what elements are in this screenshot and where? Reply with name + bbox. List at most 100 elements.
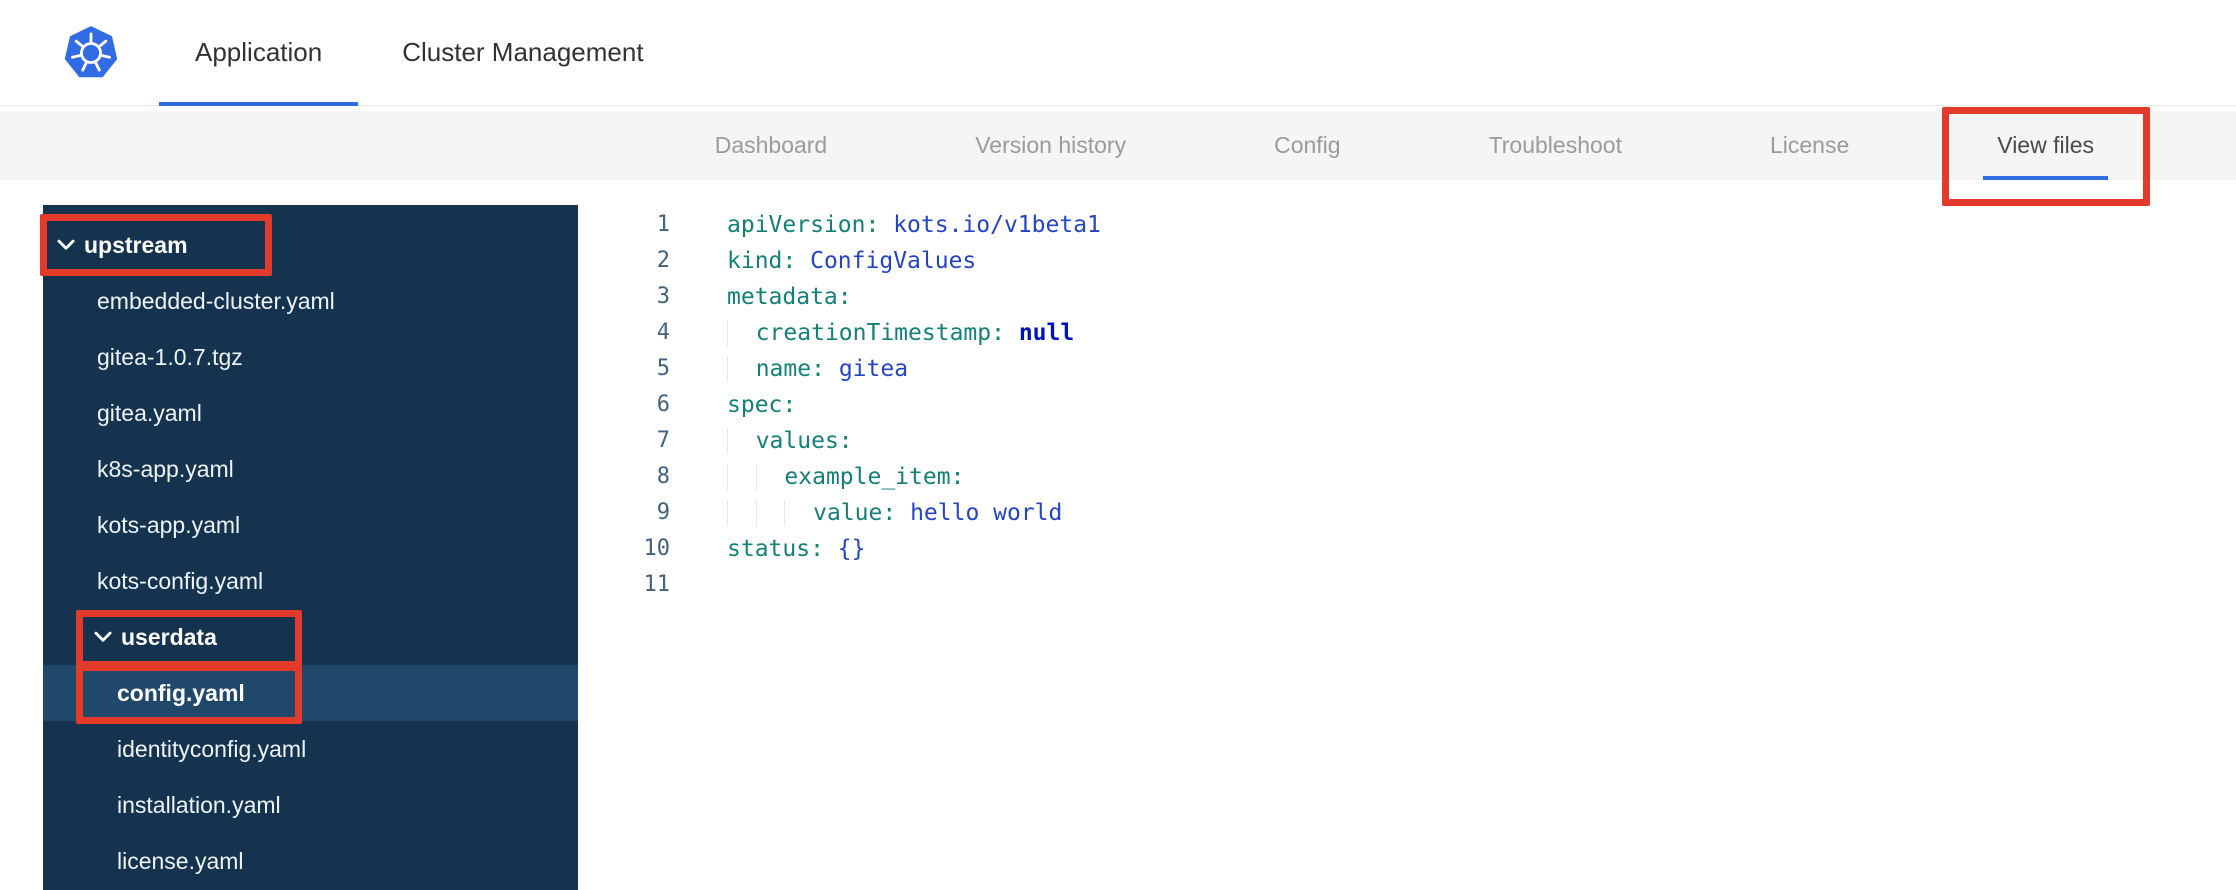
tree-item-label: embedded-cluster.yaml — [97, 287, 335, 314]
code-line: 5 name: gitea — [578, 351, 2236, 387]
code-token: value: — [813, 500, 897, 526]
tree-file-kots-config-yaml[interactable]: kots-config.yaml — [43, 553, 578, 609]
code-text: status: {} — [670, 531, 866, 567]
tree-file-gitea-1-0-7-tgz[interactable]: gitea-1.0.7.tgz — [43, 329, 578, 385]
line-number: 11 — [643, 572, 671, 597]
tree-item-label: installation.yaml — [117, 791, 281, 818]
code-line: 10 status: {} — [578, 531, 2236, 567]
line-number: 1 — [656, 212, 670, 237]
code-line: 9 value: hello world — [578, 495, 2236, 531]
subnav-tabs: Dashboard Version history Config Troublesho… — [0, 111, 2236, 180]
code-line: 7 values: — [578, 423, 2236, 459]
header-tab-application[interactable]: Application — [159, 0, 359, 106]
tree-item-label: gitea-1.0.7.tgz — [97, 343, 243, 370]
code-text: values: — [670, 423, 853, 459]
code-token: apiVersion: — [727, 212, 880, 238]
tree-file-embedded-cluster-yaml[interactable]: embedded-cluster.yaml — [43, 273, 578, 329]
code-token: kots.io/v1beta1 — [893, 212, 1101, 238]
code-line: 1 apiVersion: kots.io/v1beta1 — [578, 207, 2236, 243]
code-token: creationTimestamp: — [755, 320, 1005, 346]
tree-item-label: userdata — [121, 623, 217, 650]
code-token: values: — [755, 428, 853, 454]
tree-item-label: upstream — [84, 231, 188, 258]
code-token: metadata: — [727, 284, 852, 310]
code-lines: 1 apiVersion: kots.io/v1beta1 2 kind: Confi… — [578, 207, 2236, 603]
code-line: 2 kind: ConfigValues — [578, 243, 2236, 279]
tree-item-label: kots-app.yaml — [97, 511, 241, 538]
subnav-tab-troubleshoot[interactable]: Troubleshoot — [1475, 111, 1636, 180]
tree-folder-userdata[interactable]: userdata — [43, 609, 578, 665]
tree-file-license-yaml[interactable]: license.yaml — [43, 833, 578, 889]
kubernetes-logo-icon — [63, 25, 119, 81]
tree-file-installation-yaml[interactable]: installation.yaml — [43, 777, 578, 833]
code-text: creationTimestamp: null — [670, 315, 1074, 351]
code-text: example_item: — [670, 459, 964, 495]
line-number: 10 — [643, 536, 671, 561]
code-line: 8 example_item: — [578, 459, 2236, 495]
code-editor[interactable]: 1 apiVersion: kots.io/v1beta1 2 kind: Confi… — [578, 205, 2236, 890]
code-text: spec: — [670, 387, 796, 423]
code-token: {} — [837, 536, 866, 562]
header-tabs: Application Cluster Management — [159, 0, 680, 106]
indent-guide — [755, 464, 785, 490]
tree-file-config-yaml[interactable]: config.yaml — [43, 665, 578, 721]
code-token: name: — [755, 356, 825, 382]
indent-guide — [755, 500, 785, 526]
code-token: kind: — [727, 248, 797, 274]
tree-item-label: gitea.yaml — [97, 399, 202, 426]
code-text: kind: ConfigValues — [670, 243, 976, 279]
line-number: 5 — [656, 356, 670, 381]
code-line: 6 spec: — [578, 387, 2236, 423]
header-tab-cluster-management[interactable]: Cluster Management — [366, 0, 679, 105]
code-token: ConfigValues — [810, 248, 977, 274]
tree-item-label: license.yaml — [117, 847, 244, 874]
code-token: hello world — [910, 500, 1063, 526]
subnav-tab-license[interactable]: License — [1756, 111, 1863, 180]
code-text: value: hello world — [670, 495, 1062, 531]
tree-item-label: k8s-app.yaml — [97, 455, 234, 482]
code-text: metadata: — [670, 279, 852, 315]
tree-item-label: identityconfig.yaml — [117, 735, 307, 762]
main-content: upstream embedded-cluster.yaml gitea-1.0.7… — [0, 180, 2236, 890]
tree-item-label: kots-config.yaml — [97, 567, 264, 594]
indent-guide — [727, 356, 756, 382]
line-number: 7 — [656, 428, 670, 453]
chevron-down-icon — [94, 631, 112, 643]
file-tree: upstream embedded-cluster.yaml gitea-1.0.7… — [43, 205, 578, 890]
indent-guide — [784, 500, 814, 526]
subnav-tab-dashboard[interactable]: Dashboard — [701, 111, 842, 180]
subnav-tab-view-files[interactable]: View files — [1983, 111, 2108, 180]
code-token: null — [1018, 320, 1075, 346]
tree-file-gitea-yaml[interactable]: gitea.yaml — [43, 385, 578, 441]
indent-guide — [727, 500, 756, 526]
code-token: gitea — [838, 356, 909, 382]
subnav-tab-version-history[interactable]: Version history — [961, 111, 1140, 180]
indent-guide — [727, 428, 756, 454]
chevron-down-icon — [57, 239, 75, 251]
line-number: 4 — [656, 320, 670, 345]
line-number: 3 — [656, 284, 670, 309]
top-header: Application Cluster Management — [0, 0, 2236, 106]
code-token: spec: — [727, 392, 797, 418]
tree-folder-upstream[interactable]: upstream — [43, 217, 578, 273]
tree-item-label: config.yaml — [117, 679, 245, 706]
line-number: 6 — [656, 392, 670, 417]
indent-guide — [727, 464, 756, 490]
line-number: 8 — [656, 464, 670, 489]
tree-file-k8s-app-yaml[interactable]: k8s-app.yaml — [43, 441, 578, 497]
subnav-tab-config[interactable]: Config — [1260, 111, 1354, 180]
code-text: apiVersion: kots.io/v1beta1 — [670, 207, 1101, 243]
code-token: status: — [727, 536, 824, 562]
tree-file-identityconfig-yaml[interactable]: identityconfig.yaml — [43, 721, 578, 777]
indent-guide — [727, 320, 756, 346]
code-line: 3 metadata: — [578, 279, 2236, 315]
line-number: 2 — [656, 248, 670, 273]
tree-file-kots-app-yaml[interactable]: kots-app.yaml — [43, 497, 578, 553]
code-token: example_item: — [784, 464, 965, 490]
